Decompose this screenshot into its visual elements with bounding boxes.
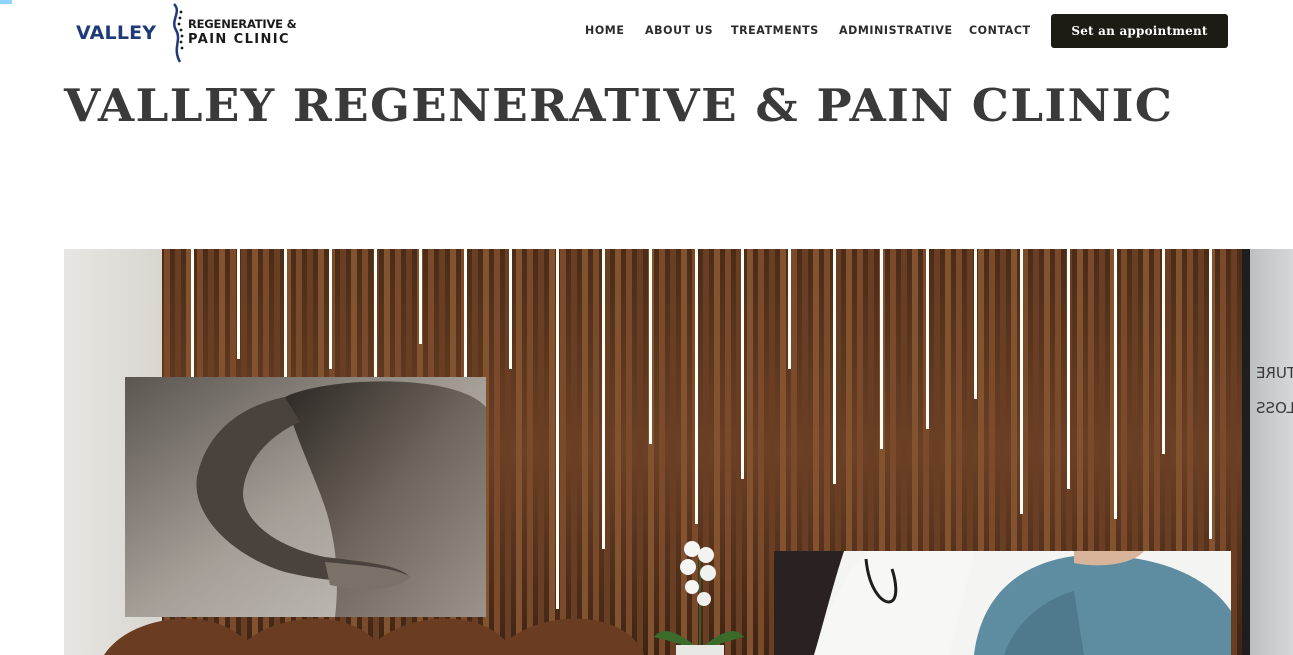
- led-light-strip: [926, 249, 929, 429]
- doctor-patient-photo: [774, 551, 1231, 655]
- page-title: VALLEY REGENERATIVE & PAIN CLINIC: [64, 79, 1174, 132]
- wood-slat: [1231, 249, 1237, 655]
- page: VALLEY REGENERATIVE & PAIN CLINIC HOME A…: [0, 0, 1293, 655]
- set-appointment-button[interactable]: Set an appointment: [1051, 14, 1228, 48]
- wood-slat: [670, 249, 676, 655]
- window-decal-text-1: TURE: [1256, 364, 1293, 382]
- wood-slat: [714, 249, 720, 655]
- led-light-strip: [556, 249, 559, 609]
- led-light-strip: [419, 249, 422, 344]
- led-light-strip: [880, 249, 883, 449]
- wood-slat: [516, 249, 522, 655]
- led-light-strip: [374, 249, 377, 384]
- nav-home[interactable]: HOME: [585, 23, 643, 37]
- led-light-strip: [1020, 249, 1023, 514]
- led-light-strip: [1114, 249, 1117, 519]
- led-light-strip: [741, 249, 744, 479]
- main-nav: HOME ABOUT US TREATMENTS ADMINISTRATIVE …: [585, 23, 1039, 37]
- nav-contact[interactable]: CONTACT: [969, 23, 1036, 37]
- wood-slat: [615, 249, 621, 655]
- led-light-strip: [1067, 249, 1070, 489]
- wood-slat: [637, 249, 643, 655]
- wood-slat: [758, 249, 764, 655]
- led-light-strip: [1162, 249, 1165, 454]
- wood-slat: [571, 249, 577, 655]
- led-light-strip: [464, 249, 467, 389]
- wood-slat: [538, 249, 544, 655]
- nav-about-us[interactable]: ABOUT US: [645, 23, 728, 37]
- wood-slat: [527, 249, 533, 655]
- wood-slat: [681, 249, 687, 655]
- led-light-strip: [191, 249, 194, 379]
- led-light-strip: [649, 249, 652, 444]
- led-light-strip: [788, 249, 791, 369]
- led-light-strip: [602, 249, 605, 549]
- nav-administrative[interactable]: ADMINISTRATIVE: [839, 23, 964, 37]
- wood-slat: [549, 249, 555, 655]
- led-light-strip: [695, 249, 698, 524]
- corner-mark: [0, 0, 12, 4]
- led-light-strip: [974, 249, 977, 399]
- led-light-strip: [833, 249, 836, 484]
- wood-slat: [659, 249, 665, 655]
- back-pain-photo: [125, 377, 486, 617]
- wood-slat: [725, 249, 731, 655]
- led-light-strip: [329, 249, 332, 369]
- wood-slat: [494, 249, 500, 655]
- led-light-strip: [237, 249, 240, 359]
- logo-line-1: REGENERATIVE &: [188, 17, 297, 31]
- logo-line-2: PAIN CLINIC: [188, 32, 290, 47]
- wood-slat: [626, 249, 632, 655]
- wood-slat: [582, 249, 588, 655]
- led-light-strip: [509, 249, 512, 369]
- wood-slat: [593, 249, 599, 655]
- nav-treatments[interactable]: TREATMENTS: [731, 23, 835, 37]
- led-light-strip: [1209, 249, 1212, 539]
- window-decal-text-2: LOSS: [1256, 399, 1293, 417]
- spine-icon: [173, 3, 184, 63]
- logo-wordmark: VALLEY: [76, 22, 157, 44]
- wood-slat: [560, 249, 566, 655]
- wood-slat: [747, 249, 753, 655]
- clinic-logo[interactable]: VALLEY REGENERATIVE & PAIN CLINIC: [76, 2, 297, 64]
